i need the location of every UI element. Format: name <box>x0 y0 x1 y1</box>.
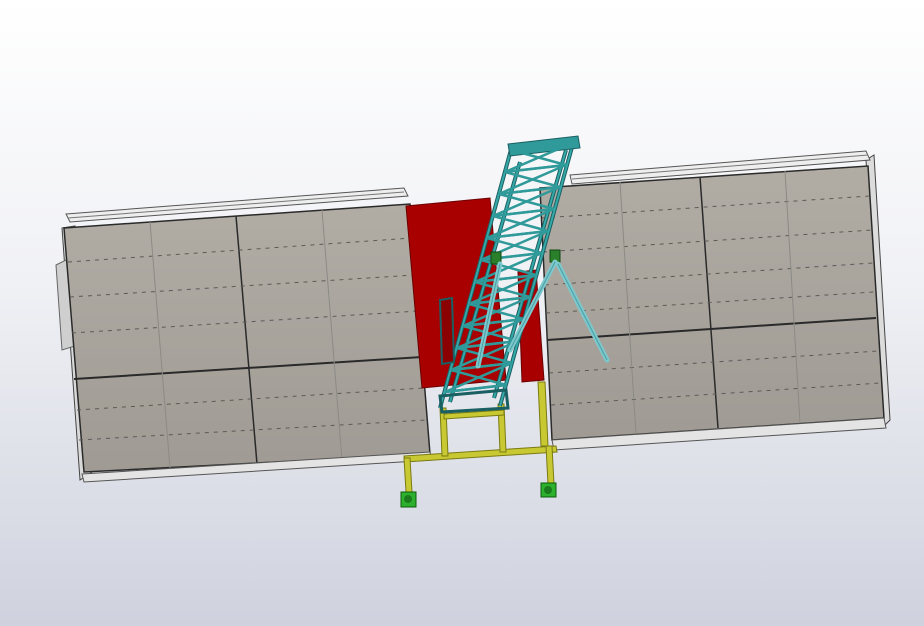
ground-feet <box>400 482 557 508</box>
left-solar-panel-array[interactable] <box>55 187 433 483</box>
cad-viewport[interactable] <box>0 0 924 626</box>
right-solar-panel-array[interactable] <box>539 150 891 451</box>
3d-model-view[interactable] <box>0 0 924 626</box>
